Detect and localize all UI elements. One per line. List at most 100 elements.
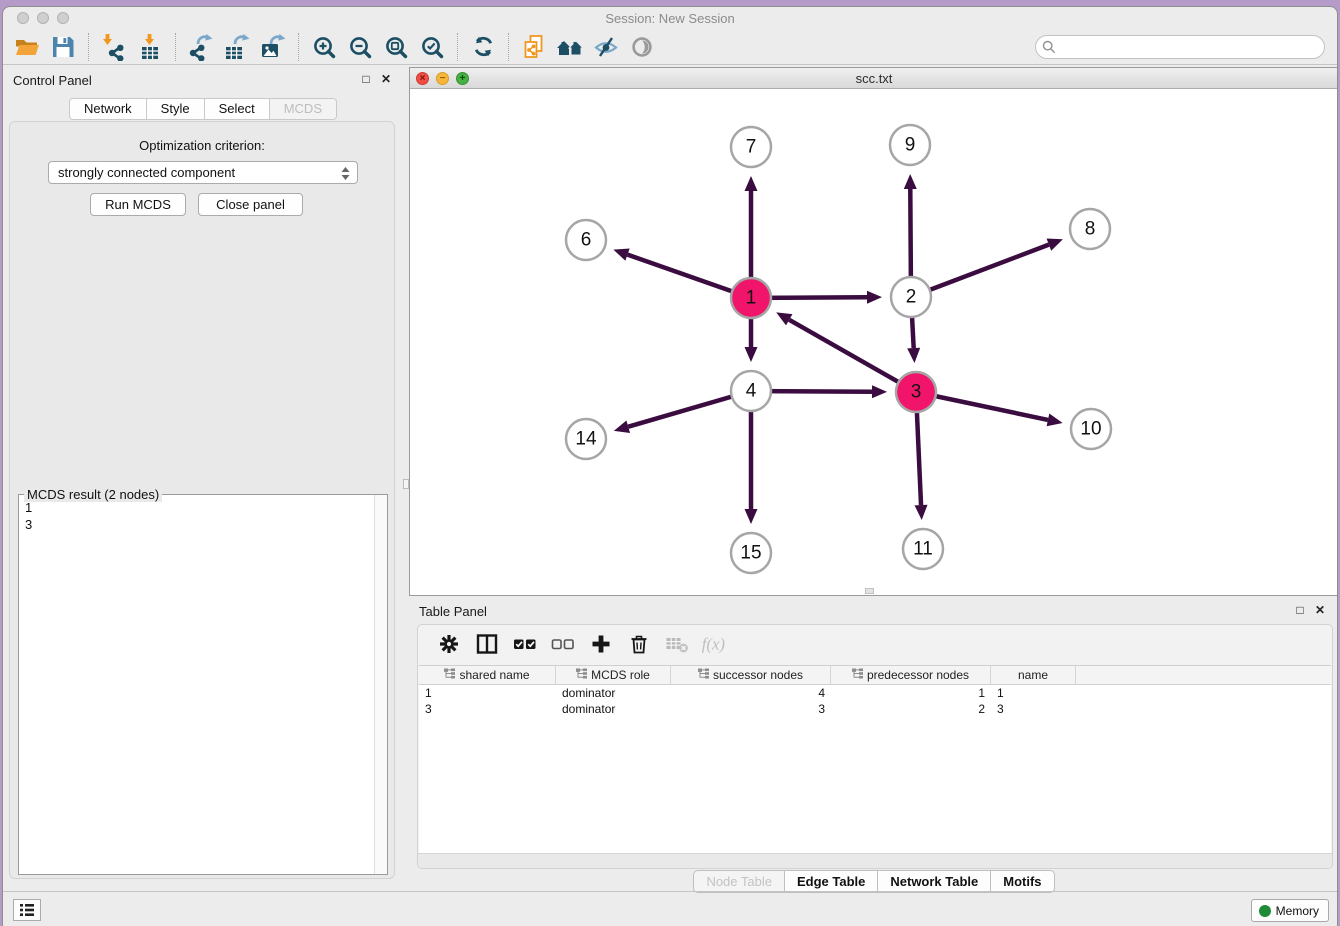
node-table: shared name MCDS role successor nodesprede… xyxy=(419,665,1331,853)
table-cell[interactable]: 3 xyxy=(671,701,831,717)
double-house-icon[interactable] xyxy=(552,32,588,62)
export-network-icon[interactable] xyxy=(183,32,219,62)
column-header-MCDS-role[interactable]: MCDS role xyxy=(556,666,671,684)
close-panel-icon[interactable]: ✕ xyxy=(379,72,393,86)
export-table-icon[interactable] xyxy=(219,32,255,62)
column-header-successor-nodes[interactable]: successor nodes xyxy=(671,666,831,684)
task-history-button[interactable] xyxy=(13,899,41,921)
clone-network-icon[interactable] xyxy=(516,32,552,62)
graph-node-15[interactable]: 15 xyxy=(731,533,771,573)
tab-edge-table[interactable]: Edge Table xyxy=(785,870,878,893)
export-image-icon[interactable] xyxy=(255,32,291,62)
network-canvas[interactable]: 7 9 6 8 1 2 4 3 14 10 15 11 xyxy=(410,89,1338,595)
column-header-predecessor-nodes[interactable]: predecessor nodes xyxy=(831,666,991,684)
select-all-icon[interactable] xyxy=(510,630,540,658)
table-row[interactable]: 1dominator411 xyxy=(419,685,1331,701)
import-network-icon[interactable] xyxy=(96,32,132,62)
search-box xyxy=(1035,35,1325,59)
status-bar: Memory xyxy=(3,891,1337,926)
float-panel-icon[interactable]: □ xyxy=(359,72,373,86)
edge-2-8[interactable] xyxy=(911,245,1049,297)
graph-node-8[interactable]: 8 xyxy=(1070,209,1110,249)
node-label: 9 xyxy=(905,135,916,156)
column-label: name xyxy=(1018,668,1048,682)
open-session-icon[interactable] xyxy=(9,32,45,62)
delete-row-icon[interactable] xyxy=(624,630,654,658)
add-row-icon[interactable] xyxy=(586,630,616,658)
close-table-panel-icon[interactable]: ✕ xyxy=(1313,603,1327,617)
column-header-shared-name[interactable]: shared name xyxy=(419,666,556,684)
graph-node-4[interactable]: 4 xyxy=(731,371,771,411)
node-label: 14 xyxy=(575,429,597,450)
column-header-name[interactable]: name xyxy=(991,666,1076,684)
table-cell[interactable]: dominator xyxy=(556,701,671,717)
tab-mcds[interactable]: MCDS xyxy=(270,98,337,120)
deselect-all-icon[interactable] xyxy=(548,630,578,658)
table-cell[interactable]: 1 xyxy=(831,685,991,701)
mcds-result-box: MCDS result (2 nodes) 13 xyxy=(18,494,388,875)
graph-node-9[interactable]: 9 xyxy=(890,125,930,165)
canvas-resize-grip[interactable] xyxy=(865,588,874,594)
float-table-panel-icon[interactable]: □ xyxy=(1293,603,1307,617)
toolbar-divider xyxy=(88,33,89,61)
toggle-columns-icon[interactable] xyxy=(472,630,502,658)
tab-network-table[interactable]: Network Table xyxy=(878,870,991,893)
zoom-fit-icon[interactable] xyxy=(378,32,414,62)
edge-arrow-1-6 xyxy=(613,248,629,260)
tab-network[interactable]: Network xyxy=(69,98,147,120)
titlebar: Session: New Session xyxy=(3,7,1337,29)
save-session-icon[interactable] xyxy=(45,32,81,62)
show-eye-icon[interactable] xyxy=(624,32,660,62)
mcds-result-text[interactable]: 13 xyxy=(19,497,374,874)
table-panel-title: Table Panel xyxy=(419,604,487,619)
settings-gear-icon[interactable] xyxy=(434,630,464,658)
app-window: Session: New Session Control Panel □ ✕ N… xyxy=(2,6,1338,926)
table-cell[interactable]: 1 xyxy=(419,685,556,701)
zoom-out-icon[interactable] xyxy=(342,32,378,62)
tab-style[interactable]: Style xyxy=(147,98,205,120)
tab-node-table[interactable]: Node Table xyxy=(693,870,785,893)
zoom-in-icon[interactable] xyxy=(306,32,342,62)
node-label: 15 xyxy=(740,543,761,564)
node-label: 10 xyxy=(1080,419,1101,440)
graph-node-2[interactable]: 2 xyxy=(891,277,931,317)
memory-status-icon xyxy=(1259,905,1271,917)
graph-node-11[interactable]: 11 xyxy=(903,529,943,569)
search-input[interactable] xyxy=(1035,35,1325,59)
node-label: 6 xyxy=(581,230,592,251)
node-label: 7 xyxy=(746,137,757,158)
network-graph[interactable]: 7 9 6 8 1 2 4 3 14 10 15 11 xyxy=(410,89,1338,595)
column-label: MCDS role xyxy=(591,668,650,682)
edge-arrow-1-2 xyxy=(867,291,882,304)
edge-arrow-1-4 xyxy=(745,347,758,362)
table-cell[interactable]: 4 xyxy=(671,685,831,701)
network-window-title: scc.txt xyxy=(410,71,1338,86)
graph-node-1[interactable]: 1 xyxy=(731,278,771,318)
graph-node-10[interactable]: 10 xyxy=(1071,409,1111,449)
edge-3-1[interactable] xyxy=(789,320,916,392)
eye-slash-icon[interactable] xyxy=(588,32,624,62)
memory-button[interactable]: Memory xyxy=(1251,899,1329,922)
table-cell[interactable]: 2 xyxy=(831,701,991,717)
graph-node-7[interactable]: 7 xyxy=(731,127,771,167)
table-cell[interactable]: dominator xyxy=(556,685,671,701)
table-row[interactable]: 3dominator323 xyxy=(419,701,1331,717)
graph-node-14[interactable]: 14 xyxy=(566,419,606,459)
criterion-select[interactable]: strongly connected component xyxy=(48,161,358,184)
refresh-layout-icon[interactable] xyxy=(465,32,501,62)
table-cell[interactable]: 3 xyxy=(419,701,556,717)
graph-node-6[interactable]: 6 xyxy=(566,220,606,260)
table-cell[interactable]: 3 xyxy=(991,701,1076,717)
import-table-icon[interactable] xyxy=(132,32,168,62)
memory-label: Memory xyxy=(1276,904,1319,918)
result-scrollbar[interactable] xyxy=(374,495,387,874)
tab-select[interactable]: Select xyxy=(205,98,270,120)
close-panel-button[interactable]: Close panel xyxy=(198,193,303,216)
node-label: 4 xyxy=(746,381,757,402)
table-cell[interactable]: 1 xyxy=(991,685,1076,701)
zoom-selected-icon[interactable] xyxy=(414,32,450,62)
run-mcds-button[interactable]: Run MCDS xyxy=(90,193,186,216)
graph-node-3[interactable]: 3 xyxy=(896,372,936,412)
optimization-criterion-label: Optimization criterion: xyxy=(10,138,394,153)
tab-motifs[interactable]: Motifs xyxy=(991,870,1054,893)
